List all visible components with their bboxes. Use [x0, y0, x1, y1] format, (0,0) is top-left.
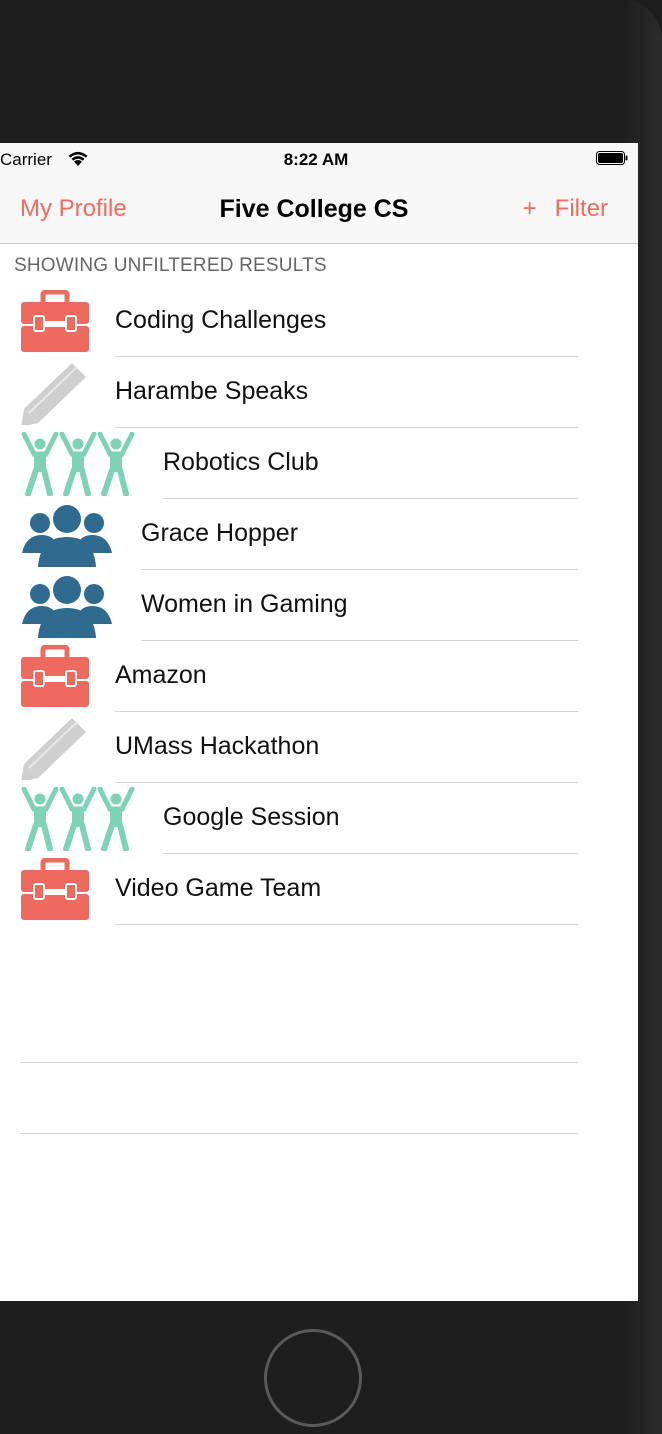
list-item[interactable]: Women in Gaming: [0, 570, 638, 641]
section-header: SHOWING UNFILTERED RESULTS: [14, 255, 327, 276]
list-item[interactable]: Video Game Team: [0, 854, 638, 925]
device-frame: Carrier 8:22 AM My Profile Five College …: [0, 0, 662, 1434]
people-dancing-icon: [20, 786, 138, 852]
briefcase-icon: [20, 644, 90, 709]
list-item-label: Video Game Team: [115, 874, 322, 902]
list-item[interactable]: Coding Challenges: [0, 286, 638, 357]
list-item-label: Robotics Club: [163, 448, 319, 476]
people-dancing-icon: [20, 431, 138, 497]
group-icon: [20, 574, 114, 638]
navigation-bar: My Profile Five College CS + Filter: [0, 175, 638, 244]
app-screen: Carrier 8:22 AM My Profile Five College …: [0, 143, 638, 1301]
list-item-label: Harambe Speaks: [115, 377, 309, 405]
pencil-icon: [20, 361, 90, 427]
list-item[interactable]: Robotics Club: [0, 428, 638, 499]
list-item[interactable]: Google Session: [0, 783, 638, 854]
filter-label: Filter: [554, 195, 608, 222]
list-item-label: Amazon: [115, 661, 207, 689]
empty-row-separator: [20, 1133, 578, 1134]
empty-row-separator: [20, 1062, 578, 1063]
battery-icon: [596, 151, 628, 165]
list-item-label: Google Session: [163, 803, 340, 831]
pencil-icon: [20, 716, 90, 782]
row-separator: [115, 924, 578, 925]
list-item-label: Grace Hopper: [141, 519, 299, 547]
list-item[interactable]: Grace Hopper: [0, 499, 638, 570]
briefcase-icon: [20, 289, 90, 354]
list-item[interactable]: Amazon: [0, 641, 638, 712]
list-item-label: Women in Gaming: [141, 590, 348, 618]
list-item-label: UMass Hackathon: [115, 732, 320, 760]
plus-icon: +: [522, 195, 537, 222]
home-button[interactable]: [264, 1329, 362, 1427]
list-item-label: Coding Challenges: [115, 306, 327, 334]
briefcase-icon: [20, 857, 90, 922]
filter-button[interactable]: + Filter: [523, 195, 608, 223]
list-item[interactable]: UMass Hackathon: [0, 712, 638, 783]
group-icon: [20, 503, 114, 567]
status-time: 8:22 AM: [283, 150, 349, 169]
status-bar: Carrier 8:22 AM: [0, 143, 638, 175]
list-item[interactable]: Harambe Speaks: [0, 357, 638, 428]
